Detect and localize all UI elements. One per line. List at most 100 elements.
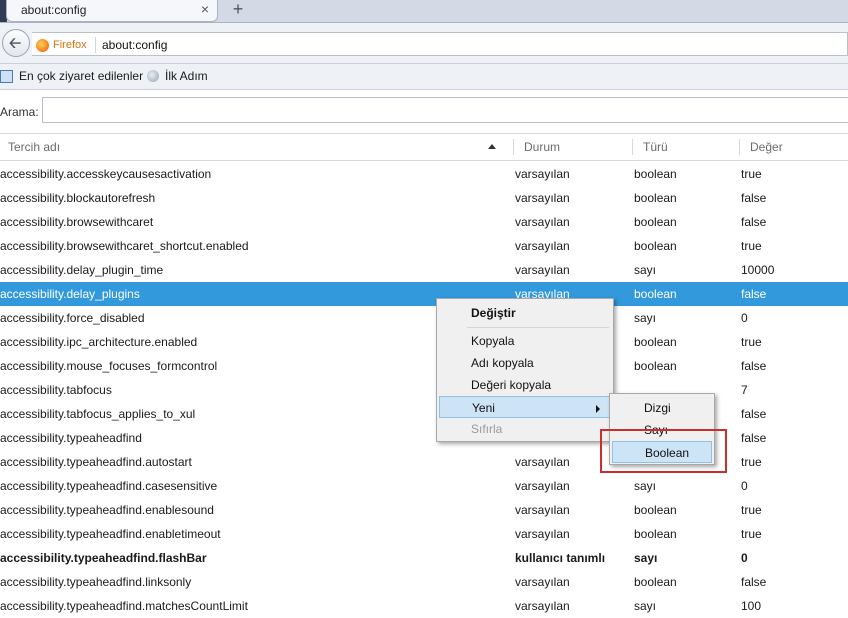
cell-type: boolean: [634, 503, 677, 517]
back-arrow-icon: 🡠: [9, 35, 22, 52]
cell-value: false: [741, 287, 767, 301]
cell-pref-name: accessibility.mouse_focuses_formcontrol: [0, 359, 218, 373]
cell-status: kullanıcı tanımlı: [515, 551, 606, 565]
table-row[interactable]: accessibility.tabfocus_applies_to_xul fal…: [0, 402, 848, 426]
identity-badge[interactable]: Firefox: [36, 37, 87, 53]
cell-pref-name: accessibility.typeaheadfind.flashBar: [0, 551, 207, 565]
menu-item-modify[interactable]: Değiştir: [439, 302, 611, 324]
table-row[interactable]: accessibility.browsewithcaret varsayılan b…: [0, 210, 848, 234]
cell-pref-name: accessibility.typeaheadfind.matchesCount…: [0, 599, 248, 613]
search-row: Arama:: [0, 90, 848, 130]
new-tab-icon[interactable]: +: [226, 0, 250, 20]
cell-value: 0: [741, 551, 748, 565]
cell-pref-name: accessibility.delay_plugins: [0, 287, 140, 301]
cell-status: varsayılan: [515, 479, 570, 493]
column-divider[interactable]: [739, 139, 740, 155]
bookmark-first-step[interactable]: İlk Adım: [147, 69, 208, 83]
cell-pref-name: accessibility.browsewithcaret_shortcut.e…: [0, 239, 249, 253]
column-divider[interactable]: [513, 139, 514, 155]
nav-bar: 🡠 Firefox about:config: [0, 23, 848, 64]
table-row[interactable]: accessibility.tabfocus 7: [0, 378, 848, 402]
cell-status: varsayılan: [515, 575, 570, 589]
cell-type: sayı: [634, 263, 657, 277]
sort-ascending-icon: [488, 144, 496, 149]
search-label: Arama:: [0, 105, 39, 119]
table-row[interactable]: accessibility.force_disabled sayı 0: [0, 306, 848, 330]
table-row[interactable]: accessibility.delay_plugin_time varsayıla…: [0, 258, 848, 282]
table-row[interactable]: accessibility.typeaheadfind.enabletimeou…: [0, 522, 848, 546]
cell-type: sayı: [634, 551, 658, 565]
cell-value: false: [741, 407, 767, 421]
menu-separator: [467, 327, 609, 328]
cell-value: 0: [741, 479, 748, 493]
menu-item-copy[interactable]: Kopyala: [439, 330, 611, 352]
cell-status: varsayılan: [515, 599, 570, 613]
cell-value: false: [741, 431, 767, 445]
column-divider[interactable]: [632, 139, 633, 155]
submenu-item-string[interactable]: Dizgi: [612, 397, 712, 419]
identity-label: Firefox: [53, 39, 87, 51]
cell-status: varsayılan: [515, 527, 570, 541]
cell-pref-name: accessibility.ipc_architecture.enabled: [0, 335, 198, 349]
table-row[interactable]: accessibility.typeaheadfind.casesensitiv…: [0, 474, 848, 498]
cell-value: 7: [741, 383, 748, 397]
bookmark-most-visited[interactable]: En çok ziyaret edilenler: [0, 69, 143, 83]
cell-pref-name: accessibility.delay_plugin_time: [0, 263, 164, 277]
cell-type: boolean: [634, 191, 677, 205]
table-row[interactable]: accessibility.typeaheadfind.enablesound v…: [0, 498, 848, 522]
cell-value: false: [741, 215, 767, 229]
cell-type: boolean: [634, 287, 677, 301]
menu-item-new[interactable]: Yeni: [439, 396, 611, 418]
tab-about-config[interactable]: about:config ×: [6, 0, 218, 22]
bookmarks-toolbar: En çok ziyaret edilenler İlk Adım: [0, 64, 848, 90]
cell-status: varsayılan: [515, 455, 570, 469]
cell-type: sayı: [634, 479, 657, 493]
cell-pref-name: accessibility.tabfocus_applies_to_xul: [0, 407, 196, 421]
table-row[interactable]: accessibility.ipc_architecture.enabled bo…: [0, 330, 848, 354]
table-row[interactable]: accessibility.browsewithcaret_shortcut.e…: [0, 234, 848, 258]
cell-pref-name: accessibility.typeaheadfind.casesensitiv…: [0, 479, 218, 493]
cell-value: true: [741, 455, 762, 469]
back-button[interactable]: 🡠: [2, 29, 30, 57]
table-row[interactable]: accessibility.mouse_focuses_formcontrol b…: [0, 354, 848, 378]
column-header-name[interactable]: Tercih adı: [8, 134, 60, 160]
highlight-box: [600, 429, 727, 473]
cell-value: true: [741, 335, 762, 349]
cell-type: sayı: [634, 311, 657, 325]
cell-value: true: [741, 167, 762, 181]
cell-value: true: [741, 239, 762, 253]
table-row[interactable]: accessibility.typeaheadfind.matchesCount…: [0, 594, 848, 618]
cell-type: boolean: [634, 335, 677, 349]
table-row[interactable]: accessibility.delay_plugins varsayılan boo…: [0, 282, 848, 306]
table-row[interactable]: accessibility.typeaheadfind.flashBar kull…: [0, 546, 848, 570]
globe-icon: [147, 70, 159, 82]
cell-value: true: [741, 527, 762, 541]
cell-pref-name: accessibility.browsewithcaret: [0, 215, 154, 229]
cell-type: sayı: [634, 599, 657, 613]
url-text[interactable]: about:config: [102, 38, 167, 52]
cell-pref-name: accessibility.typeaheadfind.enabletimeou…: [0, 527, 221, 541]
cell-value: false: [741, 359, 767, 373]
table-row[interactable]: accessibility.blockautorefresh varsayılan…: [0, 186, 848, 210]
cell-type: boolean: [634, 167, 677, 181]
table-row[interactable]: accessibility.accesskeycausesactivation v…: [0, 162, 848, 186]
url-bar[interactable]: Firefox about:config: [32, 32, 848, 56]
column-header-type[interactable]: Türü: [643, 134, 668, 160]
menu-item-copy-name[interactable]: Adı kopyala: [439, 352, 611, 374]
menu-item-copy-value[interactable]: Değeri kopyala: [439, 374, 611, 396]
cell-status: varsayılan: [515, 503, 570, 517]
table-row[interactable]: accessibility.typeaheadfind.linksonly var…: [0, 570, 848, 594]
cell-value: 0: [741, 311, 748, 325]
cell-pref-name: accessibility.accesskeycausesactivation: [0, 167, 212, 181]
firefox-icon: [36, 38, 49, 52]
bookmark-label: İlk Adım: [165, 69, 208, 83]
url-separator: [95, 37, 96, 53]
column-header-value[interactable]: Değer: [750, 134, 783, 160]
cell-value: false: [741, 575, 767, 589]
cell-status: varsayılan: [515, 191, 570, 205]
preferences-table: accessibility.accesskeycausesactivation v…: [0, 162, 848, 618]
column-header-status[interactable]: Durum: [524, 134, 560, 160]
cell-value: 10000: [741, 263, 775, 277]
close-icon[interactable]: ×: [201, 1, 209, 17]
search-input[interactable]: [42, 97, 848, 123]
